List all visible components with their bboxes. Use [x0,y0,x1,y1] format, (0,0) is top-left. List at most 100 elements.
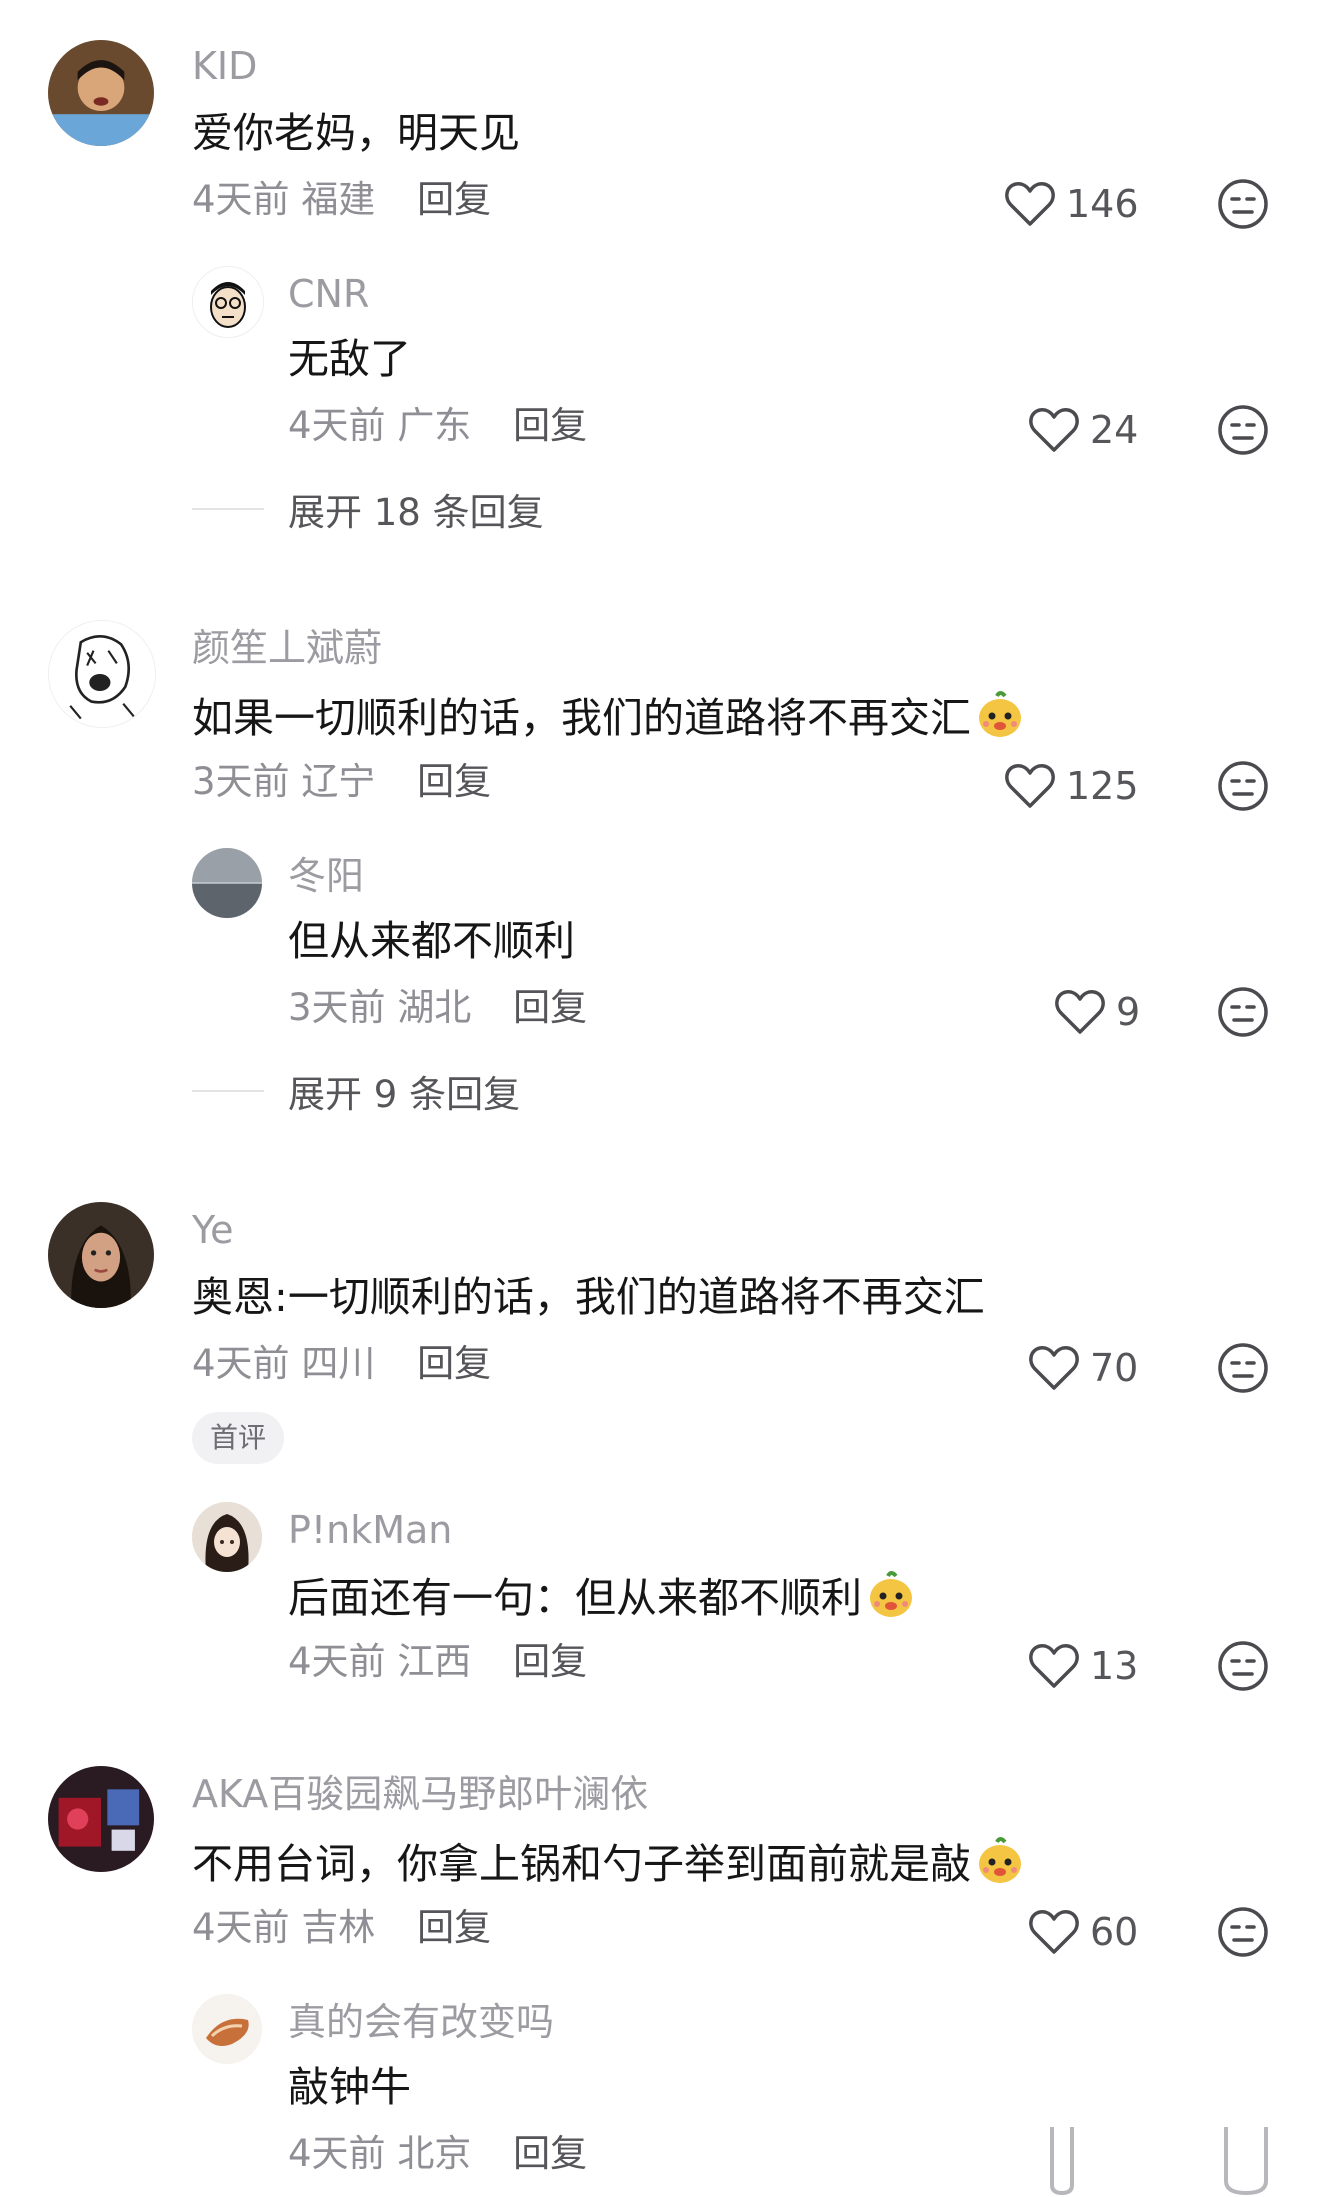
heart-icon [1005,764,1055,808]
reply-username[interactable]: P!nkMan [288,1508,452,1552]
person-photo-icon [48,40,154,146]
comment-location: 福建 [301,178,376,221]
neutral-face-button[interactable] [1216,985,1270,1039]
heart-icon [1055,990,1105,1034]
food-photo-icon [192,1994,262,2064]
like-button[interactable]: 60 [1028,1904,1138,1960]
avatar[interactable] [48,620,156,728]
reply-time: 4天前 [288,2132,386,2175]
dog-face-emoji-icon [866,1570,916,1620]
avatar[interactable] [192,848,262,918]
neutral-face-button[interactable] [1216,759,1270,813]
reply-meta: 4天前 北京 回复 [288,2132,587,2176]
dog-face-emoji-icon [975,690,1025,740]
avatar[interactable] [192,1502,262,1572]
neutral-face-button[interactable] [1216,403,1270,457]
neutral-face-icon [1218,405,1268,455]
avatar[interactable] [192,266,264,338]
reply-time: 4天前 [288,404,386,447]
reply-text: 但从来都不顺利 [288,917,575,965]
like-button[interactable]: 125 [1004,758,1139,814]
reply-text: 后面还有一句：但从来都不顺利 [288,1570,916,1623]
like-count: 125 [1066,764,1139,808]
reply-location: 广东 [397,404,472,447]
comment-location: 吉林 [301,1906,376,1949]
reply-time: 3天前 [288,986,386,1029]
neutral-face-icon [1218,1343,1268,1393]
comment-username[interactable]: 颜笙丄斌蔚 [192,626,382,670]
sketch-meme-icon [49,621,155,727]
reply-meta: 4天前 江西 回复 [288,1640,587,1684]
like-count: 9 [1116,990,1141,1034]
expand-replies-button[interactable]: 展开 18 条回复 [192,484,544,534]
reply-meta: 3天前 湖北 回复 [288,986,587,1030]
reply-button[interactable]: 回复 [513,986,587,1029]
heart-icon [1029,1346,1079,1390]
reply-button[interactable]: 回复 [513,404,587,447]
comment-username[interactable]: AKA百骏园飙马野郎叶澜依 [192,1772,648,1816]
expand-replies-label: 展开 9 条回复 [288,1073,521,1116]
reply-text-content: 后面还有一句：但从来都不顺利 [288,1574,862,1622]
comment-time: 4天前 [192,178,290,221]
avatar[interactable] [48,40,154,146]
comment-meta: 4天前 吉林 回复 [192,1906,491,1950]
reply-button[interactable]: 回复 [417,178,491,221]
like-count: 24 [1090,408,1139,452]
comment-location: 四川 [301,1342,376,1385]
reply-button[interactable]: 回复 [417,760,491,803]
reply-button[interactable]: 回复 [513,2132,587,2175]
heart-icon [1029,408,1079,452]
comment-feed: KID 爱你老妈，明天见 4天前 福建 回复 146 CNR 无敌了 4天前 广… [0,0,1320,2197]
neutral-face-icon [1218,761,1268,811]
avatar[interactable] [48,1766,154,1872]
neutral-face-button[interactable] [1216,1341,1270,1395]
heart-icon [1005,182,1055,226]
neutral-face-button[interactable] [1216,1639,1270,1693]
like-button[interactable]: 9 [1054,984,1140,1040]
reply-username[interactable]: 真的会有改变吗 [288,2000,554,2044]
reply-meta: 4天前 广东 回复 [288,404,587,448]
reply-location: 湖北 [397,986,472,1029]
comment-username[interactable]: Ye [192,1208,234,1252]
first-comment-badge: 首评 [192,1412,285,1464]
comment-text-content: 不用台词，你拿上锅和勺子举到面前就是敲 [192,1840,971,1888]
divider-line [192,508,264,510]
like-button[interactable]: 146 [1004,176,1139,232]
reply-username[interactable]: CNR [288,272,369,316]
divider-line [192,1090,264,1092]
comment-username[interactable]: KID [192,44,257,88]
expand-replies-label: 展开 18 条回复 [288,491,544,534]
comment-location: 辽宁 [301,760,376,803]
neutral-face-button[interactable] [1216,177,1270,231]
comment-time: 3天前 [192,760,290,803]
comment-meta: 4天前 四川 回复 [192,1342,491,1386]
dog-face-emoji-icon [975,1836,1025,1886]
comment-time: 4天前 [192,1342,290,1385]
heart-icon [1029,1644,1079,1688]
reply-username[interactable]: 冬阳 [288,854,364,898]
like-button[interactable]: 24 [1028,402,1138,458]
neutral-face-icon [1218,179,1268,229]
scroll-indicator-icon [1224,2127,1268,2196]
reply-button[interactable]: 回复 [417,1906,491,1949]
cartoon-face-icon [193,267,263,337]
expand-replies-button[interactable]: 展开 9 条回复 [192,1066,520,1116]
avatar[interactable] [192,1994,262,2064]
reply-button[interactable]: 回复 [513,1640,587,1683]
like-button[interactable]: 13 [1028,1638,1138,1694]
neutral-face-icon [1218,1641,1268,1691]
comment-text: 如果一切顺利的话，我们的道路将不再交汇 [192,690,1025,743]
like-count: 60 [1090,1910,1139,1954]
reply-button[interactable]: 回复 [417,1342,491,1385]
neutral-face-icon [1218,1907,1268,1957]
neutral-face-button[interactable] [1216,1905,1270,1959]
anime-girl-icon [192,1502,262,1572]
like-button[interactable]: 70 [1028,1340,1138,1396]
comment-text-content: 如果一切顺利的话，我们的道路将不再交汇 [192,694,971,742]
avatar[interactable] [48,1202,154,1308]
comment-meta: 4天前 福建 回复 [192,178,491,222]
heart-icon [1029,1910,1079,1954]
reply-location: 江西 [397,1640,472,1683]
comment-text: 奥恩:一切顺利的话，我们的道路将不再交汇 [192,1273,985,1321]
reply-text: 敲钟牛 [288,2063,411,2111]
